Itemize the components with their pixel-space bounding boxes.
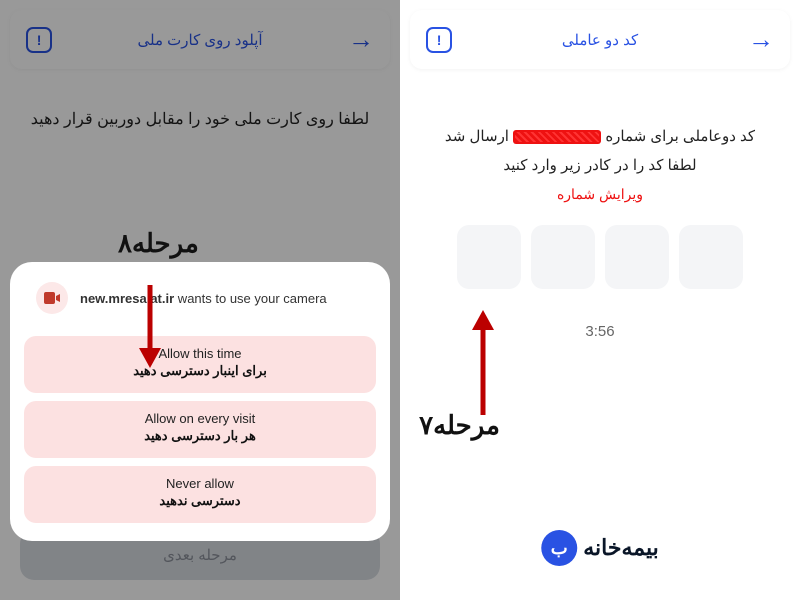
camera-icon bbox=[36, 282, 68, 314]
otp-card: کد دوعاملی برای شماره ارسال شد لطفا کد ر… bbox=[410, 99, 790, 364]
logo-mark-icon: ب bbox=[541, 530, 577, 566]
annotation-arrow-icon bbox=[135, 285, 165, 370]
annotation-arrow-icon bbox=[468, 310, 498, 420]
option-fa: هر بار دسترسی دهید bbox=[36, 428, 364, 444]
header: → کد دو عاملی ! bbox=[410, 10, 790, 69]
option-en: Never allow bbox=[36, 476, 364, 491]
annotation-step8: مرحله۸ bbox=[118, 228, 199, 259]
dialog-title: new.mresalat.ir wants to use your camera bbox=[80, 291, 327, 306]
msg-prefix: کد دوعاملی برای شماره bbox=[605, 128, 755, 145]
dialog-header: new.mresalat.ir wants to use your camera bbox=[24, 276, 376, 328]
header-title: کد دو عاملی bbox=[562, 31, 638, 49]
screen-upload: → آپلود روی کارت ملی ! لطفا روی کارت ملی… bbox=[0, 0, 400, 600]
logo-text: بیمه‌خانه bbox=[583, 535, 659, 561]
option-en: Allow on every visit bbox=[36, 411, 364, 426]
camera-permission-dialog: new.mresalat.ir wants to use your camera… bbox=[10, 262, 390, 541]
edit-number-link[interactable]: ویرایش شماره bbox=[428, 186, 772, 203]
option-en: Allow this time bbox=[36, 346, 364, 361]
otp-digit-2[interactable] bbox=[531, 225, 595, 289]
info-icon[interactable]: ! bbox=[426, 27, 452, 53]
screen-otp: → کد دو عاملی ! کد دوعاملی برای شماره ار… bbox=[400, 0, 800, 600]
msg-line2: لطفا کد را در کادر زیر وارد کنید bbox=[503, 157, 696, 174]
otp-digit-3[interactable] bbox=[605, 225, 669, 289]
msg-suffix: ارسال شد bbox=[445, 128, 509, 145]
option-fa: برای اینبار دسترسی دهید bbox=[36, 363, 364, 379]
allow-every-visit-button[interactable]: Allow on every visit هر بار دسترسی دهید bbox=[24, 401, 376, 458]
otp-inputs bbox=[428, 225, 772, 289]
otp-message: کد دوعاملی برای شماره ارسال شد لطفا کد ر… bbox=[428, 123, 772, 180]
never-allow-button[interactable]: Never allow دسترسی ندهید bbox=[24, 466, 376, 523]
otp-digit-4[interactable] bbox=[679, 225, 743, 289]
redacted-phone bbox=[513, 130, 601, 144]
otp-digit-1[interactable] bbox=[457, 225, 521, 289]
back-arrow-icon[interactable]: → bbox=[748, 24, 774, 55]
brand-logo: ب بیمه‌خانه bbox=[541, 530, 659, 566]
option-fa: دسترسی ندهید bbox=[36, 493, 364, 509]
allow-this-time-button[interactable]: Allow this time برای اینبار دسترسی دهید bbox=[24, 336, 376, 393]
